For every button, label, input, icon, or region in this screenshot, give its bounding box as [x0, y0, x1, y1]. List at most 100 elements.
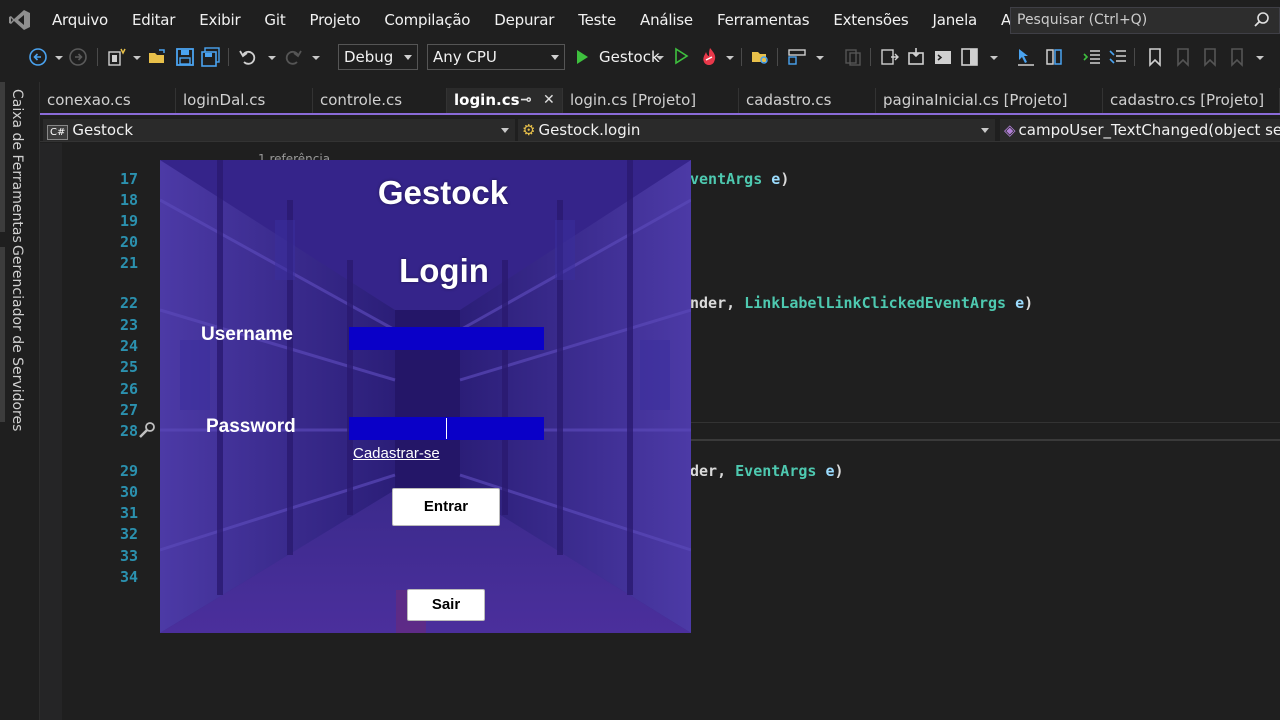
member-dropdown[interactable]: ◈campoUser_TextChanged(object sende: [1000, 119, 1280, 141]
step-icon[interactable]: [880, 47, 900, 67]
class-value: Gestock.login: [538, 121, 641, 139]
member-value: campoUser_TextChanged(object sende: [1018, 121, 1280, 139]
enter-button[interactable]: Entrar: [392, 488, 500, 526]
align-icon[interactable]: [1044, 47, 1064, 67]
method-icon: ◈: [1004, 121, 1016, 139]
tab-label: login.cs: [454, 91, 520, 109]
tab-label: loginDal.cs: [183, 91, 266, 109]
menu-teste[interactable]: Teste: [566, 0, 628, 40]
method-separator: [690, 439, 1280, 441]
visual-studio-logo-icon[interactable]: [0, 0, 40, 40]
exit-button[interactable]: Sair: [407, 589, 485, 621]
tab-login-projeto[interactable]: login.cs [Projeto]: [563, 88, 739, 113]
hot-reload-dropdown-icon[interactable]: [726, 56, 734, 60]
redo-icon[interactable]: [283, 47, 303, 67]
side-tab-indicator: [0, 82, 5, 232]
back-icon[interactable]: [28, 47, 48, 67]
code-token: e: [825, 462, 835, 480]
navigation-bar: C# Gestock ⚙ Gestock.login ◈ campoUser_Text…: [40, 117, 1280, 142]
search-input[interactable]: Pesquisar (Ctrl+Q): [1010, 7, 1280, 34]
register-link[interactable]: Cadastrar-se: [353, 445, 440, 462]
menu-compilacao[interactable]: Compilação: [372, 0, 482, 40]
chevron-down-icon: [501, 128, 509, 133]
code-token: EventArgs: [735, 462, 817, 480]
select-cursor-icon[interactable]: [1016, 47, 1036, 67]
redo-dropdown-icon[interactable]: [312, 56, 320, 60]
tab-label: cadastro.cs [Projeto]: [1110, 91, 1265, 109]
password-input[interactable]: [349, 417, 544, 440]
line-number: 26: [119, 380, 138, 398]
terminal-icon[interactable]: [933, 47, 953, 67]
menu-exibir[interactable]: Exibir: [187, 0, 252, 40]
side-tab-server-explorer[interactable]: Gerenciador de Servidores: [9, 245, 25, 431]
tab-paginainicial-projeto[interactable]: paginaInicial.cs [Projeto]: [876, 88, 1103, 113]
next-bookmark-icon[interactable]: [1200, 47, 1218, 67]
save-icon[interactable]: [175, 47, 195, 67]
indent-icon[interactable]: [1082, 47, 1102, 67]
new-project-icon[interactable]: [107, 47, 127, 67]
menu-analise[interactable]: Análise: [628, 0, 705, 40]
menu-git[interactable]: Git: [252, 0, 297, 40]
menu-janela[interactable]: Janela: [921, 0, 990, 40]
menu-bar: Arquivo Editar Exibir Git Projeto Compil…: [0, 0, 1280, 40]
toolbar-overflow-icon[interactable]: [1256, 56, 1264, 60]
project-dropdown[interactable]: C# Gestock: [43, 119, 515, 141]
prev-bookmark-icon[interactable]: [1173, 47, 1191, 67]
pin-icon[interactable]: ⊸: [520, 88, 532, 113]
layout-icon[interactable]: [787, 47, 807, 67]
open-folder-icon[interactable]: [147, 47, 167, 67]
tab-controle[interactable]: controle.cs: [313, 88, 447, 113]
username-input[interactable]: [349, 327, 544, 350]
side-tab-toolbox[interactable]: Caixa de Ferramentas: [9, 89, 25, 243]
menu-projeto[interactable]: Projeto: [298, 0, 373, 40]
code-token: nder,: [690, 294, 736, 312]
platform-dropdown[interactable]: Any CPU: [427, 44, 565, 70]
forward-icon[interactable]: [68, 47, 88, 67]
search-placeholder: Pesquisar (Ctrl+Q): [1017, 12, 1148, 28]
package-icon[interactable]: [906, 47, 926, 67]
csharp-file-icon: C#: [47, 125, 69, 140]
clear-bookmarks-icon[interactable]: [1227, 47, 1245, 67]
login-form-window: Gestock Login Username Password Cadastra…: [160, 160, 691, 633]
tab-label: cadastro.cs: [746, 91, 832, 109]
quick-action-icon[interactable]: [136, 421, 156, 445]
tab-cadastro-projeto[interactable]: cadastro.cs [Projeto]: [1103, 88, 1280, 113]
split-dropdown-icon[interactable]: [990, 56, 998, 60]
tab-cadastro[interactable]: cadastro.cs: [739, 88, 876, 113]
tab-login-cs[interactable]: login.cs ⊸ ✕: [447, 88, 563, 113]
comment-icon[interactable]: [1108, 47, 1128, 67]
username-label: Username: [201, 324, 293, 345]
toolbar-separator: [870, 48, 871, 66]
menu-extensoes[interactable]: Extensões: [821, 0, 920, 40]
run-target-label: Gestock: [599, 48, 660, 66]
configuration-dropdown[interactable]: Debug: [338, 44, 418, 70]
close-icon[interactable]: ✕: [543, 88, 555, 113]
menu-ferramentas[interactable]: Ferramentas: [705, 0, 821, 40]
line-number: 29: [119, 462, 138, 480]
login-heading: Login: [399, 252, 489, 289]
code-token: LinkLabelLinkClickedEventArgs: [744, 294, 1007, 312]
menu-arquivo[interactable]: Arquivo: [40, 0, 120, 40]
undo-dropdown-icon[interactable]: [268, 56, 276, 60]
save-all-icon[interactable]: [201, 47, 221, 67]
code-line-22: nder, LinkLabelLinkClickedEventArgs e): [690, 294, 1034, 312]
configuration-value: Debug: [344, 48, 394, 66]
tab-conexao[interactable]: conexao.cs: [40, 88, 176, 113]
menu-depurar[interactable]: Depurar: [482, 0, 566, 40]
toolbar-separator: [777, 48, 778, 66]
bookmark-icon[interactable]: [1146, 47, 1164, 67]
run-dropdown-icon[interactable]: [656, 56, 664, 60]
browse-folder-icon[interactable]: [750, 47, 770, 67]
start-debugging-button[interactable]: Gestock: [574, 44, 660, 70]
start-without-debugging-icon[interactable]: [672, 47, 690, 67]
undo-icon[interactable]: [238, 47, 258, 67]
new-dropdown-icon[interactable]: [133, 56, 141, 60]
class-dropdown[interactable]: ⚙ Gestock.login: [518, 119, 995, 141]
hot-reload-icon[interactable]: [700, 47, 720, 67]
menu-editar[interactable]: Editar: [120, 0, 187, 40]
tab-logindal[interactable]: loginDal.cs: [176, 88, 313, 113]
layout-dropdown-icon[interactable]: [816, 56, 824, 60]
disabled-tool-icon[interactable]: [843, 47, 863, 67]
split-view-icon[interactable]: [960, 47, 980, 67]
back-dropdown-icon[interactable]: [55, 56, 63, 60]
